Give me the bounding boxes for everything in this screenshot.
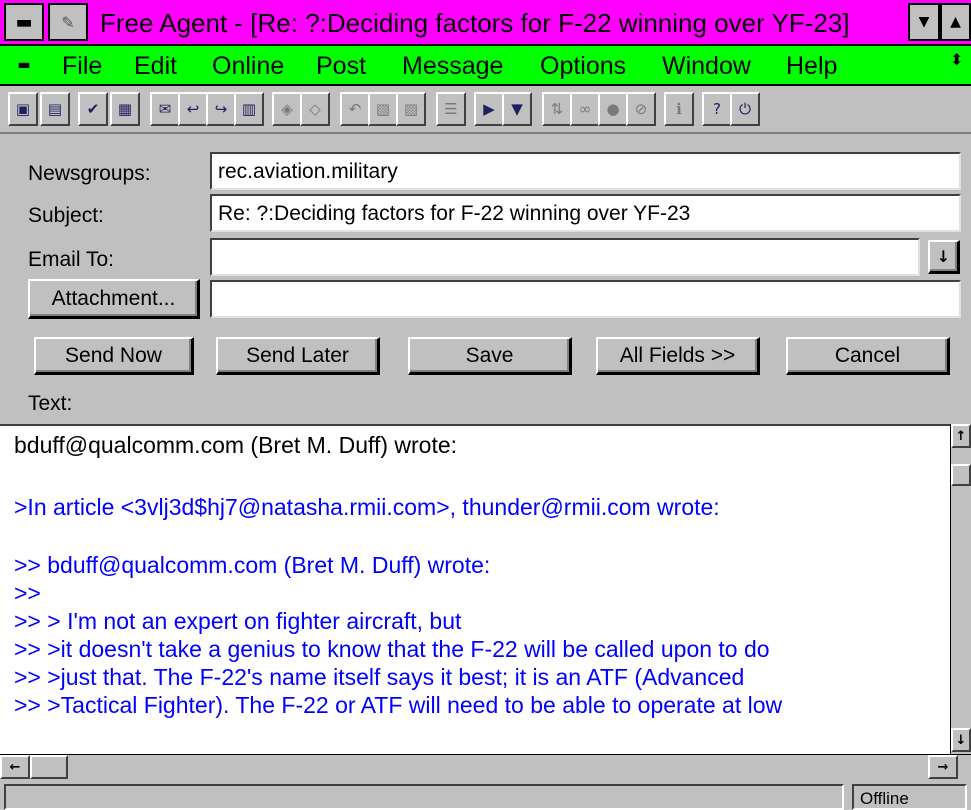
window-title: Free Agent - [Re: ?:Deciding factors for… — [100, 8, 850, 38]
all-fields-button[interactable]: All Fields >> — [596, 337, 760, 375]
untag-icon[interactable]: ◇ — [300, 92, 330, 126]
subject-field[interactable]: Re: ?:Deciding factors for F-22 winning … — [210, 194, 961, 232]
maximize-icon: ▲ — [950, 14, 961, 30]
free-agent-icon: ✎ — [61, 12, 75, 32]
message-line: >> > I'm not an expert on fighter aircra… — [14, 608, 462, 634]
undo-icon[interactable]: ↶ — [340, 92, 370, 126]
articles-icon[interactable]: ▦ — [110, 92, 140, 126]
status-message-pane — [4, 784, 844, 810]
scroll-left-button[interactable]: ← — [0, 755, 30, 779]
stop-icon[interactable]: ⊘ — [626, 92, 656, 126]
message-line: >> >just that. The F-22's name itself sa… — [14, 664, 745, 690]
message-line: >> — [14, 580, 41, 606]
toolbar: ▣ ▤ ✔ ▦ ✉ ↩ ↪ ▥ ◈ ◇ ↶ ▧ ▨ ☰ ▶ ▼ ⇅ ∞ ● ⊘ … — [0, 86, 971, 134]
newsgroups-icon[interactable]: ▣ — [8, 92, 38, 126]
message-line: >In article <3vlj3d$hj7@natasha.rmii.com… — [14, 494, 720, 520]
send-later-button[interactable]: Send Later — [216, 337, 380, 375]
menu-help[interactable]: Help — [786, 52, 837, 81]
arrow-down-icon: ↓ — [955, 732, 967, 748]
maximize-button[interactable]: ▲ — [940, 3, 971, 41]
minimize-icon: ▼ — [918, 14, 930, 30]
newsgroups-label: Newsgroups: — [28, 162, 151, 185]
filter-icon[interactable]: ▼ — [502, 92, 532, 126]
horizontal-scrollbar[interactable]: ← → — [0, 754, 971, 780]
forward-icon[interactable]: ↪ — [206, 92, 236, 126]
scroll-thumb[interactable] — [951, 464, 971, 486]
online-status: Offline — [852, 784, 967, 810]
child-system-menu-icon: ▬ — [17, 57, 31, 73]
scroll-right-button[interactable]: → — [928, 755, 958, 779]
check-articles-icon[interactable]: ✔ — [78, 92, 108, 126]
scroll-up-button[interactable]: ↑ — [951, 424, 971, 448]
attachment-field[interactable] — [210, 280, 961, 318]
message-line: >> >it doesn't take a genius to know tha… — [14, 636, 770, 662]
send-now-button[interactable]: Send Now — [34, 337, 194, 375]
menu-options[interactable]: Options — [540, 52, 626, 81]
email-to-label: Email To: — [28, 248, 114, 271]
restore-icon[interactable]: ⬍ — [950, 50, 963, 69]
link-icon[interactable]: ∞ — [570, 92, 600, 126]
message-line: >> bduff@qualcomm.com (Bret M. Duff) wro… — [14, 552, 491, 578]
flashlight-icon[interactable]: ▶ — [474, 92, 504, 126]
lock-icon[interactable]: ● — [598, 92, 628, 126]
newsgroups-field[interactable]: rec.aviation.military — [210, 152, 961, 190]
message-line: bduff@qualcomm.com (Bret M. Duff) wrote: — [14, 432, 458, 458]
menu-edit[interactable]: Edit — [134, 52, 177, 81]
text-label: Text: — [28, 392, 73, 415]
arrow-right-icon: → — [937, 759, 949, 775]
save-button[interactable]: Save — [408, 337, 572, 375]
off-icon[interactable]: ⏻ — [730, 92, 760, 126]
menu-post[interactable]: Post — [316, 52, 366, 81]
email-to-field[interactable] — [210, 238, 920, 276]
cancel-button[interactable]: Cancel — [786, 337, 950, 375]
child-system-menu-button[interactable]: ▬ — [4, 48, 44, 82]
arrow-down-icon: ↓ — [936, 247, 951, 266]
tag-icon[interactable]: ◈ — [272, 92, 302, 126]
system-menu-icon: ▬ — [15, 11, 33, 33]
folder-icon[interactable]: ▤ — [40, 92, 70, 126]
menu-file[interactable]: File — [62, 52, 102, 81]
new-post-icon[interactable]: ✉ — [150, 92, 180, 126]
attachment-button[interactable]: Attachment... — [28, 279, 200, 319]
sort-icon[interactable]: ⇅ — [542, 92, 572, 126]
h-scroll-thumb[interactable] — [30, 755, 68, 779]
follow-icon[interactable]: ▥ — [234, 92, 264, 126]
message-text-area[interactable]: bduff@qualcomm.com (Bret M. Duff) wrote:… — [0, 424, 950, 754]
title-bar[interactable]: ▬ ✎ Free Agent - [Re: ?:Deciding factors… — [0, 0, 971, 46]
reply-icon[interactable]: ↩ — [178, 92, 208, 126]
save-icon[interactable]: ▧ — [368, 92, 398, 126]
help-icon[interactable]: ? — [702, 92, 732, 126]
subject-label: Subject: — [28, 204, 104, 227]
vertical-scrollbar[interactable]: ↑ ↓ — [950, 424, 971, 754]
print-icon[interactable]: ▨ — [396, 92, 426, 126]
info-icon[interactable]: ℹ — [664, 92, 694, 126]
list-icon[interactable]: ☰ — [436, 92, 466, 126]
menu-bar: ▬ File Edit Online Post Message Options … — [0, 46, 971, 86]
menu-window[interactable]: Window — [662, 52, 751, 81]
message-line: >> >Tactical Fighter). The F-22 or ATF w… — [14, 692, 783, 718]
email-dropdown-button[interactable]: ↓ — [928, 240, 960, 274]
arrow-up-icon: ↑ — [955, 428, 967, 444]
menu-online[interactable]: Online — [212, 52, 284, 81]
system-menu-button[interactable]: ▬ — [4, 3, 44, 41]
arrow-left-icon: ← — [9, 759, 21, 775]
minimize-button[interactable]: ▼ — [908, 3, 940, 41]
status-bar: Offline — [0, 780, 971, 810]
menu-message[interactable]: Message — [402, 52, 503, 81]
app-icon-box[interactable]: ✎ — [48, 3, 88, 41]
scroll-down-button[interactable]: ↓ — [951, 728, 971, 752]
